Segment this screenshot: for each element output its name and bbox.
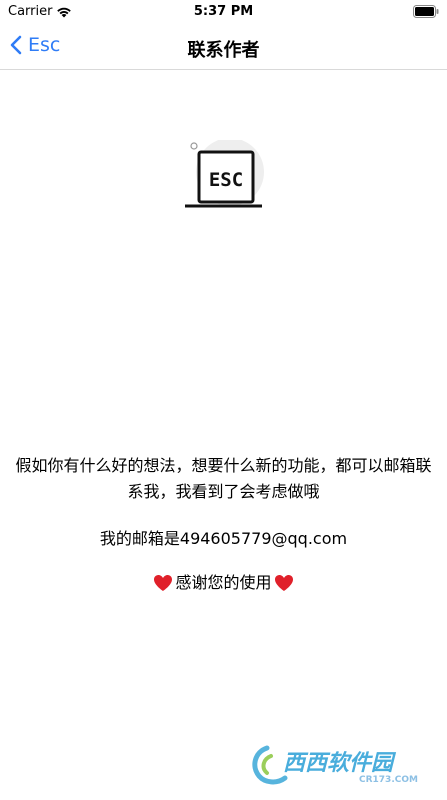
logo-text: ESC (209, 169, 243, 191)
thanks-line: 感谢您的使用 (0, 571, 447, 595)
thanks-text: 感谢您的使用 (175, 573, 272, 592)
intro-text: 假如你有什么好的想法，想要什么新的功能，都可以邮箱联系我，我看到了会考虑做哦 (15, 456, 432, 501)
watermark-text: 西西软件园 (283, 751, 397, 776)
esc-logo: ESC (185, 140, 264, 208)
clock: 5:37 PM (193, 4, 254, 19)
email-text: 我的邮箱是494605779@qq.com (99, 529, 348, 548)
logo-dot (190, 142, 198, 150)
watermark-logo: 西西软件园 CR173.COM (252, 745, 418, 785)
content-area: 假如你有什么好的想法，想要什么新的功能，都可以邮箱联系我，我看到了会考虑做哦 我… (0, 453, 447, 595)
battery-icon (413, 5, 439, 18)
page-title: 联系作者 (187, 40, 260, 61)
watermark-url: CR173.COM (359, 775, 418, 785)
heart-icon (154, 575, 173, 591)
status-bar: Carrier 5:37 PM (0, 0, 447, 24)
heart-icon (274, 575, 293, 591)
watermark-swirl (252, 745, 288, 785)
navigation-bar: Esc 联系作者 (0, 24, 447, 70)
